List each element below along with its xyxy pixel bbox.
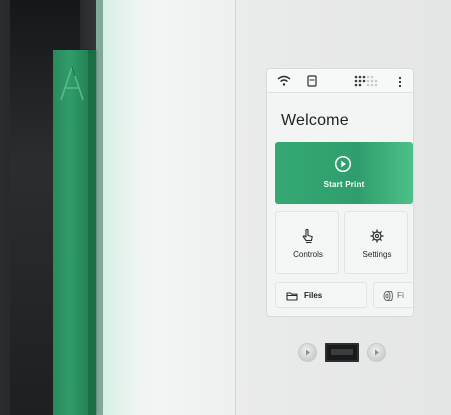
arrow-right-icon — [306, 349, 310, 356]
more-vertical-icon[interactable] — [397, 75, 403, 89]
play-circle-icon — [334, 155, 352, 173]
brand-logo-icon — [60, 66, 84, 101]
usb-port-contacts — [331, 349, 353, 355]
arrow-right-icon — [375, 349, 379, 356]
usb-port[interactable] — [325, 343, 359, 362]
filament-label: Fi — [397, 291, 405, 300]
touchscreen: Welcome Start Print Controls Settings Fi… — [267, 69, 413, 316]
start-print-button[interactable]: Start Print — [275, 142, 413, 204]
usb-right-button[interactable] — [368, 344, 385, 361]
filament-spool-icon — [383, 290, 394, 302]
folder-icon — [286, 292, 298, 301]
settings-tile[interactable]: Settings — [344, 211, 408, 274]
controls-tile[interactable]: Controls — [275, 211, 339, 274]
filament-button[interactable]: Fi — [373, 282, 413, 308]
green-door-edge — [88, 50, 96, 415]
start-print-label: Start Print — [323, 180, 365, 189]
printer-front-panel — [103, 0, 236, 415]
hand-pointer-icon — [302, 228, 313, 244]
files-label: Files — [304, 291, 323, 300]
gear-icon — [370, 229, 384, 243]
settings-label: Settings — [362, 250, 392, 259]
controls-label: Controls — [293, 250, 323, 259]
files-button[interactable]: Files — [275, 282, 367, 308]
sd-card-icon[interactable] — [306, 75, 318, 87]
usb-left-button[interactable] — [299, 344, 316, 361]
grid-icon[interactable] — [353, 74, 381, 88]
status-bar — [267, 69, 413, 93]
printer-scene: Welcome Start Print Controls Settings Fi… — [0, 0, 451, 415]
page-title: Welcome — [281, 112, 349, 129]
wifi-icon[interactable] — [276, 74, 292, 88]
